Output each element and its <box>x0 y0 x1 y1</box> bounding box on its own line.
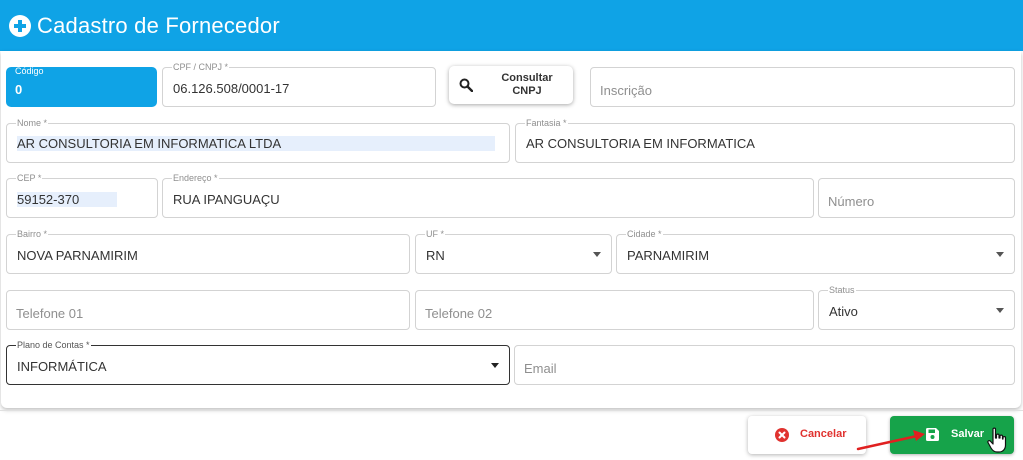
annotation-arrow-icon <box>856 430 925 451</box>
fantasia-field[interactable]: Fantasia * AR CONSULTORIA EM INFORMATICA <box>515 117 1015 163</box>
inscricao-placeholder: Inscrição <box>600 83 653 98</box>
codigo-value: 0 <box>15 82 23 97</box>
nome-value: AR CONSULTORIA EM INFORMATICA LTDA <box>17 136 496 151</box>
consultar-cnpj-button[interactable]: Consultar CNPJ <box>449 66 573 104</box>
endereco-field[interactable]: Endereço * RUA IPANGUAÇU <box>162 172 814 218</box>
plano-de-contas-value: INFORMÁTICA <box>17 359 107 374</box>
email-field[interactable]: Email <box>514 345 1015 385</box>
page-header: Cadastro de Fornecedor <box>0 0 1023 51</box>
telefone-02-placeholder: Telefone 02 <box>425 306 493 321</box>
status-select[interactable]: Status Ativo <box>818 284 1015 330</box>
cep-value: 59152-370 <box>17 192 118 207</box>
consultar-cnpj-label: Consultar CNPJ <box>501 72 553 97</box>
telefone-01-field[interactable]: Telefone 01 <box>6 290 410 330</box>
bairro-value: NOVA PARNAMIRIM <box>17 248 138 263</box>
cpf-cnpj-field[interactable]: CPF / CNPJ * 06.126.508/0001-17 <box>162 61 436 107</box>
search-icon <box>459 78 473 92</box>
nome-field[interactable]: Nome * AR CONSULTORIA EM INFORMATICA LTD… <box>6 117 510 163</box>
cancel-button[interactable]: Cancelar <box>748 416 866 454</box>
numero-field[interactable]: Número <box>818 178 1015 218</box>
endereco-value: RUA IPANGUAÇU <box>173 192 280 207</box>
chevron-down-icon <box>996 308 1004 313</box>
plus-circle-icon <box>9 14 31 37</box>
save-label: Salvar <box>951 428 985 440</box>
hand-cursor-icon <box>987 427 1007 453</box>
endereco-label: Endereço * <box>172 172 219 184</box>
plano-de-contas-select[interactable]: Plano de Contas * INFORMÁTICA <box>6 339 510 385</box>
fantasia-value: AR CONSULTORIA EM INFORMATICA <box>526 136 755 151</box>
chevron-down-icon <box>491 363 499 368</box>
codigo-field: Código 0 <box>6 66 157 107</box>
cpf-cnpj-label: CPF / CNPJ * <box>172 61 230 73</box>
chevron-down-icon <box>593 252 601 257</box>
cep-field[interactable]: CEP * 59152-370 <box>6 172 158 218</box>
telefone-01-placeholder: Telefone 01 <box>16 306 84 321</box>
cidade-select[interactable]: Cidade * PARNAMIRIM <box>616 228 1015 274</box>
email-placeholder: Email <box>524 361 557 376</box>
codigo-label: Código <box>15 66 44 76</box>
cep-label: CEP * <box>16 172 43 184</box>
numero-placeholder: Número <box>828 194 875 209</box>
uf-label: UF * <box>425 228 445 240</box>
bairro-field[interactable]: Bairro * NOVA PARNAMIRIM <box>6 228 410 274</box>
cpf-cnpj-value: 06.126.508/0001-17 <box>173 81 290 96</box>
cidade-label: Cidade * <box>626 228 663 240</box>
fantasia-label: Fantasia * <box>525 117 568 129</box>
chevron-down-icon <box>996 252 1004 257</box>
bairro-label: Bairro * <box>16 228 49 240</box>
x-circle-icon <box>775 428 789 442</box>
inscricao-field[interactable]: Inscrição <box>590 67 1015 107</box>
nome-label: Nome * <box>16 117 49 129</box>
page-title: Cadastro de Fornecedor <box>37 12 280 38</box>
cancel-label: Cancelar <box>800 428 847 440</box>
footer-divider <box>0 410 1023 411</box>
telefone-02-field[interactable]: Telefone 02 <box>415 290 814 330</box>
status-label: Status <box>828 284 856 296</box>
uf-value: RN <box>426 248 445 263</box>
uf-select[interactable]: UF * RN <box>415 228 612 274</box>
plano-de-contas-label: Plano de Contas * <box>16 339 91 351</box>
cidade-value: PARNAMIRIM <box>627 248 710 263</box>
status-value: Ativo <box>829 304 858 319</box>
